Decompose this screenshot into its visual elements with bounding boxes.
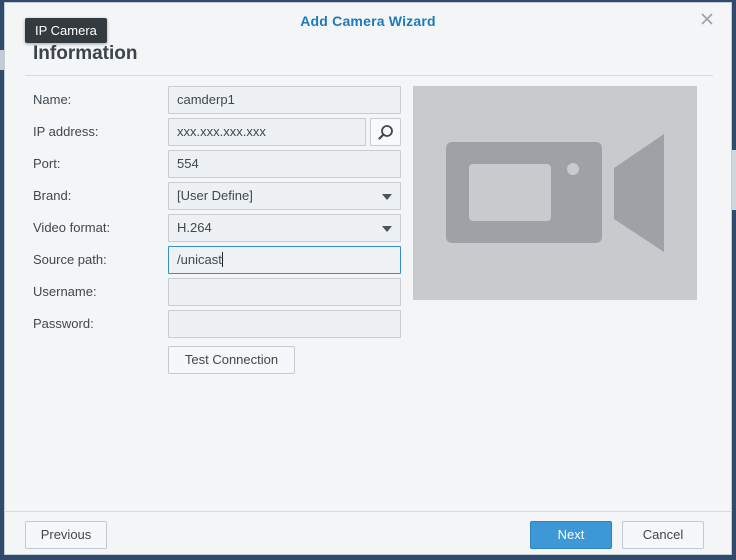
name-field[interactable]: camderp1 <box>168 86 401 114</box>
search-icon <box>378 125 393 140</box>
port-field[interactable]: 554 <box>168 150 401 178</box>
section-title: Information <box>33 43 138 64</box>
brand-label: Brand: <box>33 188 72 203</box>
chevron-down-icon <box>382 226 392 232</box>
tooltip: IP Camera <box>25 18 107 43</box>
test-connection-button[interactable]: Test Connection <box>168 346 295 374</box>
chevron-down-icon <box>382 194 392 200</box>
source-path-field[interactable]: /unicast <box>168 246 401 274</box>
previous-button[interactable]: Previous <box>25 521 107 549</box>
brand-row: Brand: [User Define] <box>33 182 403 210</box>
video-format-label: Video format: <box>33 220 111 235</box>
search-button[interactable] <box>370 118 401 146</box>
close-icon[interactable] <box>699 11 715 27</box>
name-row: Name: camderp1 <box>33 86 403 114</box>
ip-address-row: IP address: xxx.xxx.xxx.xxx <box>33 118 403 146</box>
source-path-value: /unicast <box>177 252 222 267</box>
cancel-button[interactable]: Cancel <box>622 521 704 549</box>
wizard-title: Add Camera Wizard <box>300 13 436 29</box>
password-label: Password: <box>33 316 94 331</box>
username-row: Username: <box>33 278 403 306</box>
password-row: Password: <box>33 310 403 338</box>
text-caret <box>221 252 223 267</box>
port-row: Port: 554 <box>33 150 403 178</box>
footer-divider <box>5 511 731 512</box>
brand-value: [User Define] <box>177 188 253 203</box>
add-camera-wizard-dialog: Add Camera Wizard Information Name: camd… <box>4 2 732 555</box>
video-format-select[interactable]: H.264 <box>168 214 401 242</box>
brand-select[interactable]: [User Define] <box>168 182 401 210</box>
port-label: Port: <box>33 156 61 171</box>
video-camera-icon <box>446 134 664 252</box>
username-field[interactable] <box>168 278 401 306</box>
video-format-value: H.264 <box>177 220 212 235</box>
camera-preview <box>413 86 697 300</box>
name-label: Name: <box>33 92 72 107</box>
video-format-row: Video format: H.264 <box>33 214 403 242</box>
background-window-edge-right <box>732 150 736 210</box>
password-field[interactable] <box>168 310 401 338</box>
section-divider <box>25 75 713 76</box>
source-path-row: Source path: /unicast <box>33 246 403 274</box>
ip-address-field[interactable]: xxx.xxx.xxx.xxx <box>168 118 366 146</box>
ip-address-label: IP address: <box>33 124 99 139</box>
next-button[interactable]: Next <box>530 521 612 549</box>
source-path-label: Source path: <box>33 252 107 267</box>
username-label: Username: <box>33 284 97 299</box>
